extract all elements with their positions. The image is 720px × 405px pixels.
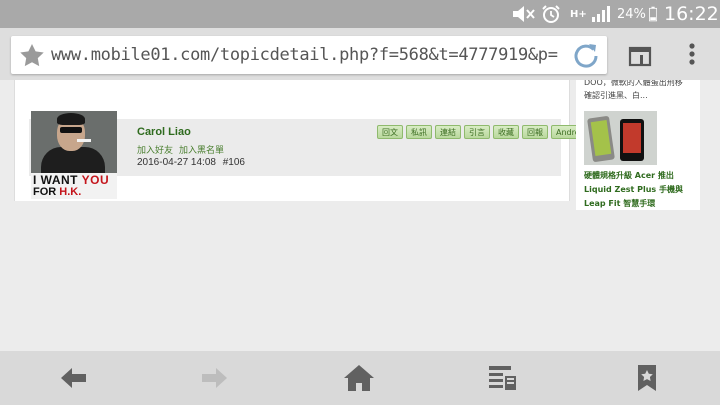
post-actions: 回文 私訊 連結 引言 收藏 回報 Android (377, 125, 592, 139)
post-meta: 2016-04-27 14:08 #106 (137, 157, 245, 168)
reply-button[interactable]: 回文 (377, 125, 403, 139)
url-text[interactable]: www.mobile01.com/topicdetail.php?f=568&t… (51, 36, 559, 74)
home-icon[interactable] (342, 363, 374, 393)
link-button[interactable]: 連結 (435, 125, 461, 139)
add-blacklist-link[interactable]: 加入黑名單 (179, 146, 224, 156)
overflow-menu-icon[interactable] (682, 40, 702, 68)
network-type-label: H+ (570, 8, 587, 20)
status-bar: H+ 24% 16:22 (0, 0, 720, 28)
battery-icon (648, 6, 657, 22)
post-number[interactable]: #106 (223, 157, 245, 168)
forward-arrow-icon[interactable] (199, 363, 231, 393)
signal-icon: H+ (570, 0, 614, 28)
mute-icon (511, 0, 539, 28)
article-thumbnail[interactable] (584, 111, 657, 165)
browser-toolbar: www.mobile01.com/topicdetail.php?f=568&t… (0, 28, 720, 80)
bottom-navigation (0, 351, 720, 405)
star-icon[interactable] (19, 43, 45, 67)
author-name[interactable]: Carol Liao (137, 126, 191, 138)
private-message-button[interactable]: 私訊 (406, 125, 432, 139)
bookmark-icon[interactable] (631, 363, 663, 393)
avatar-caption-line2: FOR H.K. TRIAD (33, 186, 82, 199)
sidebar-snippet-line2[interactable]: 確認引進黑、白... (584, 90, 648, 101)
sidebar-article-title[interactable]: 硬體規格升級 Acer 推出 Liquid Zest Plus 手機與 Leap… (584, 169, 700, 210)
avatar-caption-line1: I WANT YOU (33, 173, 110, 187)
sidebar: DOO，微軟的人體蛋出刑移 確認引進黑、白... 硬體規格升級 Acer 推出 … (576, 80, 700, 210)
add-friend-link[interactable]: 加入好友 (137, 146, 173, 156)
reader-mode-icon[interactable] (486, 363, 518, 393)
avatar[interactable]: I WANT YOU FOR H.K. TRIAD (31, 111, 117, 199)
alarm-icon (541, 0, 565, 28)
address-bar[interactable]: www.mobile01.com/topicdetail.php?f=568&t… (11, 36, 607, 74)
favorite-button[interactable]: 收藏 (493, 125, 519, 139)
battery-percent: 24% (617, 6, 646, 22)
web-page: I WANT YOU FOR H.K. TRIAD Carol Liao 加入好… (0, 80, 720, 351)
battery-indicator: 24% (617, 0, 657, 28)
quote-button[interactable]: 引言 (464, 125, 490, 139)
tabs-icon[interactable] (627, 43, 653, 67)
back-arrow-icon[interactable] (57, 363, 89, 393)
post-date: 2016-04-27 14:08 (137, 157, 216, 168)
sidebar-snippet-top[interactable]: DOO，微軟的人體蛋出刑移 (584, 80, 683, 88)
report-button[interactable]: 回報 (522, 125, 548, 139)
friend-links: 加入好友 加入黑名單 (137, 143, 230, 156)
reload-icon[interactable] (571, 40, 601, 70)
clock: 16:22 (664, 3, 719, 25)
forum-column: I WANT YOU FOR H.K. TRIAD Carol Liao 加入好… (14, 80, 592, 201)
